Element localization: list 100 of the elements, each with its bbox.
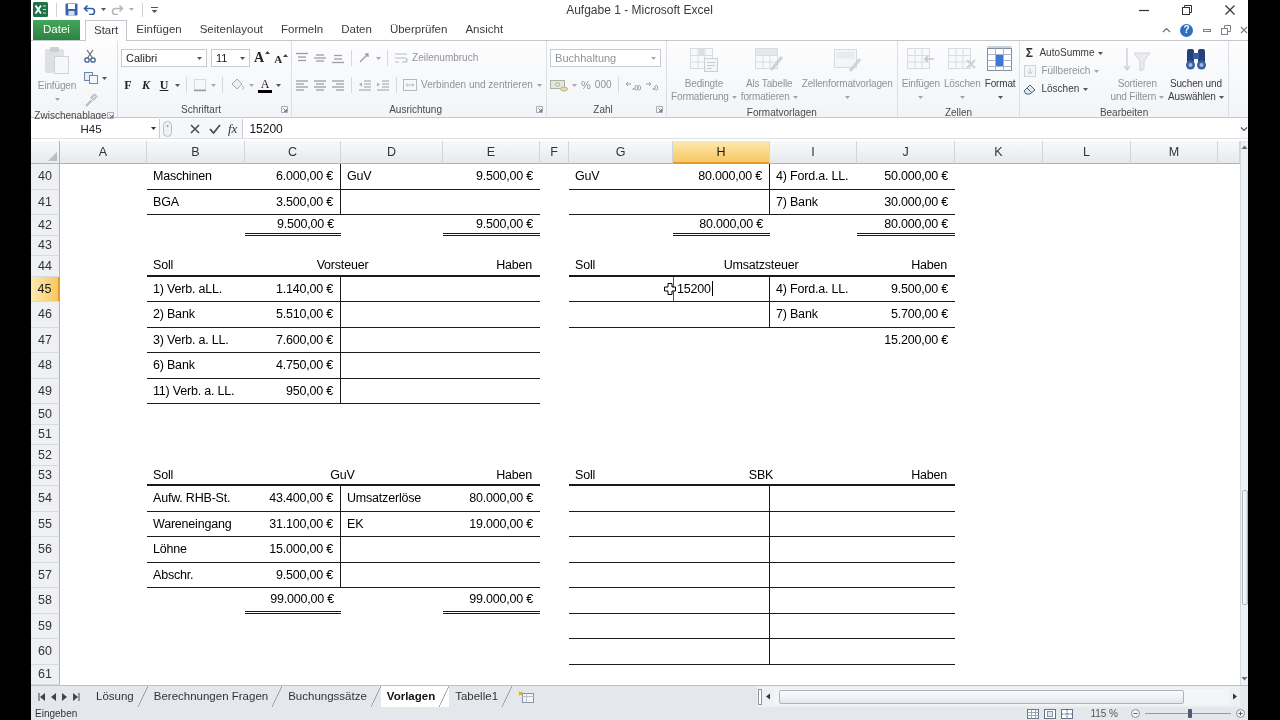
- banknote-icon[interactable]: [550, 78, 569, 92]
- caret-up-icon[interactable]: [265, 51, 271, 54]
- column-header[interactable]: E: [443, 141, 540, 164]
- row-header[interactable]: 44: [31, 256, 60, 277]
- row-header[interactable]: 42: [31, 215, 60, 236]
- ribbon-tab[interactable]: Einfügen: [127, 20, 191, 40]
- redo-icon[interactable]: [111, 4, 124, 15]
- cancel-icon[interactable]: [190, 123, 200, 134]
- caret-icon[interactable]: [1083, 87, 1089, 91]
- caret-icon[interactable]: [997, 95, 1003, 99]
- autosum-button[interactable]: Σ AutoSumme: [1023, 47, 1104, 59]
- row-header[interactable]: 48: [31, 353, 60, 379]
- scroll-up-icon[interactable]: [1241, 144, 1248, 150]
- row-header[interactable]: 52: [31, 445, 60, 466]
- next-sheet-icon[interactable]: [62, 692, 67, 701]
- dialog-launcher-icon[interactable]: [107, 111, 114, 119]
- row-header[interactable]: 53: [31, 465, 60, 486]
- slider-thumb[interactable]: [1187, 709, 1192, 718]
- page-break-view-icon[interactable]: [1061, 708, 1074, 719]
- font-color-button[interactable]: A: [258, 77, 272, 93]
- align-top-icon[interactable]: [295, 52, 310, 64]
- ribbon-tab[interactable]: Start: [85, 20, 128, 41]
- column-header[interactable]: A: [60, 141, 147, 164]
- row-header[interactable]: 40: [31, 164, 60, 190]
- italic-button[interactable]: K: [139, 79, 153, 91]
- font-size-field[interactable]: 11: [211, 49, 250, 67]
- zoom-level[interactable]: 115 %: [1090, 708, 1118, 719]
- caret-icon[interactable]: [1098, 51, 1104, 55]
- ribbon-tab[interactable]: Ansicht: [456, 20, 513, 40]
- previous-sheet-icon[interactable]: [51, 692, 56, 701]
- last-sheet-icon[interactable]: [73, 692, 80, 701]
- column-header[interactable]: I: [770, 141, 857, 164]
- dialog-launcher-icon[interactable]: [536, 105, 544, 113]
- scissors-icon[interactable]: [84, 49, 96, 63]
- row-header[interactable]: 56: [31, 537, 60, 563]
- border-icon[interactable]: [193, 78, 207, 92]
- undo-icon[interactable]: [83, 4, 96, 15]
- insert-function-button[interactable]: fx: [228, 122, 238, 135]
- increase-decimal-icon[interactable]: [624, 79, 641, 91]
- grip-icon[interactable]: [163, 120, 172, 137]
- customize-icon[interactable]: [151, 5, 158, 14]
- expand-formula-icon[interactable]: [1240, 124, 1248, 133]
- caret-icon[interactable]: [175, 83, 180, 87]
- zoom-in-icon[interactable]: [1236, 709, 1245, 718]
- row-header[interactable]: 60: [31, 639, 60, 665]
- column-header[interactable]: F: [540, 141, 569, 164]
- row-header[interactable]: 43: [31, 235, 60, 256]
- find-select-button[interactable]: Suchen und Auswählen: [1167, 44, 1225, 104]
- column-header[interactable]: K: [955, 141, 1043, 164]
- formula-field[interactable]: 15200: [242, 119, 1240, 138]
- grow-font-button[interactable]: A: [254, 51, 271, 65]
- clear-button[interactable]: Löschen: [1023, 83, 1104, 95]
- column-header[interactable]: B: [147, 141, 245, 164]
- first-sheet-icon[interactable]: [38, 692, 45, 701]
- close-workbook-icon[interactable]: [1240, 25, 1248, 35]
- normal-view-icon[interactable]: [1027, 708, 1040, 719]
- bold-button[interactable]: F: [121, 79, 135, 91]
- zoom-out-icon[interactable]: [1131, 709, 1140, 718]
- row-header[interactable]: 51: [31, 424, 60, 445]
- scroll-right-icon[interactable]: [1232, 693, 1238, 700]
- row-header[interactable]: 45: [31, 276, 60, 302]
- horizontal-scrollbar[interactable]: [757, 686, 1240, 707]
- eraser-icon[interactable]: [1023, 83, 1038, 95]
- check-icon[interactable]: [209, 123, 221, 134]
- scroll-left-icon[interactable]: [765, 693, 771, 700]
- save-icon[interactable]: [65, 3, 78, 16]
- insert-sheet-icon[interactable]: [518, 690, 535, 703]
- row-header[interactable]: 46: [31, 302, 60, 328]
- scrollbar-thumb[interactable]: [779, 689, 1184, 704]
- row-header[interactable]: 61: [31, 664, 60, 685]
- caret-icon[interactable]: [276, 83, 281, 87]
- caret-icon[interactable]: [1218, 95, 1224, 99]
- dialog-launcher-icon[interactable]: [281, 105, 289, 113]
- ribbon-tab[interactable]: Seitenlayout: [190, 20, 272, 40]
- scrollbar-thumb[interactable]: [1241, 490, 1248, 605]
- underline-button[interactable]: U: [157, 79, 171, 91]
- column-header[interactable]: G: [569, 141, 673, 164]
- paint-bucket-icon[interactable]: [229, 78, 245, 92]
- shrink-font-button[interactable]: A: [274, 51, 289, 65]
- ribbon-tab[interactable]: Daten: [332, 20, 381, 40]
- column-header[interactable]: C: [245, 141, 341, 164]
- caret-icon[interactable]: [151, 127, 156, 130]
- help-button[interactable]: ?: [1180, 23, 1193, 37]
- column-header[interactable]: D: [341, 141, 443, 164]
- decrease-decimal-icon[interactable]: [644, 79, 661, 91]
- row-header[interactable]: 49: [31, 378, 60, 404]
- restore-workbook-icon[interactable]: [1221, 25, 1231, 35]
- column-header[interactable]: L: [1043, 141, 1131, 164]
- cell-editor[interactable]: 15200: [673, 276, 770, 301]
- row-header[interactable]: 50: [31, 404, 60, 425]
- spreadsheet-logo-icon[interactable]: [33, 2, 48, 17]
- dialog-launcher-icon[interactable]: [656, 105, 664, 113]
- row-header[interactable]: 47: [31, 327, 60, 353]
- vertical-scrollbar[interactable]: [1240, 141, 1248, 685]
- caret-icon[interactable]: [102, 76, 107, 80]
- ribbon-tab[interactable]: Formeln: [272, 20, 333, 40]
- column-header[interactable]: J: [857, 141, 955, 164]
- sheet-tab[interactable]: Vorlagen: [380, 686, 450, 707]
- font-name-field[interactable]: Calibri: [121, 49, 207, 67]
- close-icon[interactable]: [1224, 3, 1236, 16]
